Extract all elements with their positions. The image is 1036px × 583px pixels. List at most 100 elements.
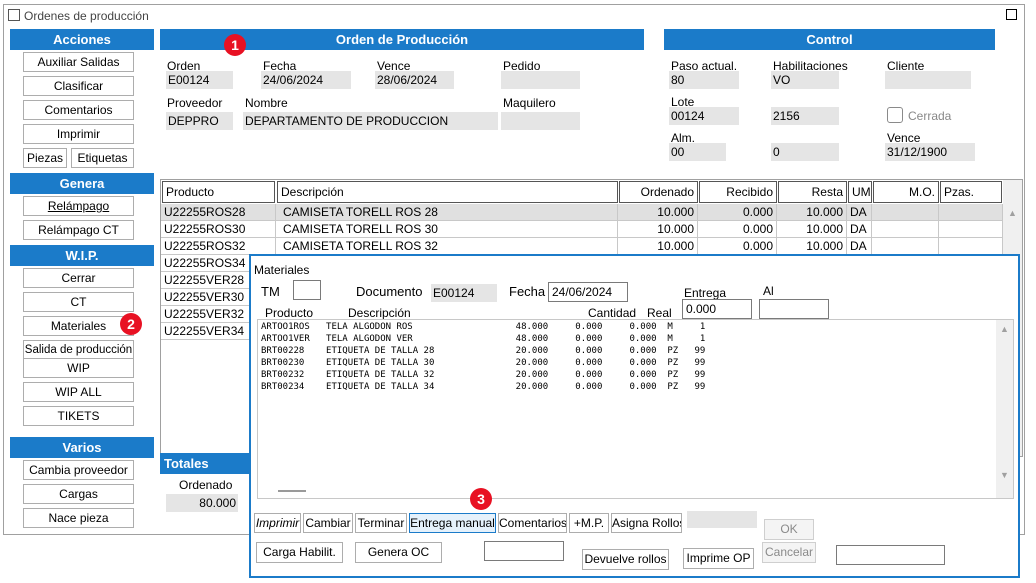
mat-ok-button[interactable]: OK bbox=[764, 519, 814, 540]
control-header: Control bbox=[664, 29, 995, 50]
cell-ordenado: 10.000 bbox=[618, 204, 698, 221]
cerrada-checkbox[interactable] bbox=[887, 107, 903, 123]
maximize-button[interactable] bbox=[1006, 9, 1017, 20]
cerrar-button[interactable]: Cerrar bbox=[23, 268, 134, 288]
cell-recibido: 0.000 bbox=[698, 238, 777, 255]
proveedor-field[interactable]: DEPPRO bbox=[166, 112, 233, 130]
documento-label: Documento bbox=[356, 284, 423, 299]
auxiliar-salidas-button[interactable]: Auxiliar Salidas bbox=[23, 52, 134, 72]
cell-ordenado: 10.000 bbox=[618, 221, 698, 238]
list-item[interactable]: BRT00234 ETIQUETA DE TALLA 34 20.000 0.0… bbox=[261, 381, 705, 393]
mat-mp-button[interactable]: +M.P. bbox=[569, 513, 609, 533]
list-item[interactable]: ARTOO1VER TELA ALGODON VER 48.000 0.000 … bbox=[261, 333, 705, 345]
totales-ordenado-field: 80.000 bbox=[166, 494, 238, 512]
col-header-resta[interactable]: Resta bbox=[778, 181, 847, 203]
control-vence-field[interactable]: 31/12/1900 bbox=[885, 143, 975, 161]
mat-comentarios-button[interactable]: Comentarios bbox=[498, 513, 567, 533]
maquilero-field[interactable] bbox=[501, 112, 580, 130]
habilitaciones-field[interactable]: VO bbox=[771, 71, 839, 89]
relampago-ct-button[interactable]: Relámpago CT bbox=[23, 220, 134, 240]
table-row[interactable]: U22255ROS28 CAMISETA TORELL ROS 28 10.000 0… bbox=[161, 204, 1003, 221]
mat-cambiar-button[interactable]: Cambiar bbox=[303, 513, 353, 533]
list-item[interactable]: BRT00232 ETIQUETA DE TALLA 32 20.000 0.0… bbox=[261, 369, 705, 381]
mat-terminar-button[interactable]: Terminar bbox=[355, 513, 407, 533]
mat-asigna-rollos-button[interactable]: Asigna Rollos bbox=[611, 513, 682, 533]
ct-button[interactable]: CT bbox=[23, 292, 134, 312]
materiales-title: Materiales bbox=[254, 263, 310, 277]
entrega-field[interactable]: 0.000 bbox=[682, 299, 752, 319]
piezas-button[interactable]: Piezas bbox=[23, 148, 67, 168]
tm-field[interactable] bbox=[293, 280, 321, 300]
mat-col-producto: Producto bbox=[265, 306, 314, 320]
paso-actual-field[interactable]: 80 bbox=[669, 71, 739, 89]
mat-bottom-field[interactable] bbox=[836, 545, 945, 565]
pedido-field[interactable] bbox=[501, 71, 580, 89]
mat-horizontal-scroll-thumb[interactable] bbox=[278, 490, 306, 492]
salida-produccion-button[interactable]: Salida de producción bbox=[23, 340, 134, 360]
alm-field[interactable]: 00 bbox=[669, 143, 726, 161]
lote-field[interactable]: 00124 bbox=[669, 107, 739, 125]
materiales-list[interactable]: ARTOO1ROS TELA ALGODON ROS 48.000 0.000 … bbox=[257, 319, 1014, 499]
cliente-field[interactable] bbox=[885, 71, 971, 89]
mat-cancelar-button[interactable]: Cancelar bbox=[762, 542, 816, 563]
documento-field[interactable]: E00124 bbox=[431, 284, 497, 302]
cell-um: DA bbox=[847, 238, 872, 255]
col-header-ordenado[interactable]: Ordenado bbox=[619, 181, 698, 203]
cell-resta: 10.000 bbox=[777, 221, 847, 238]
mat-imprime-op-button[interactable]: Imprime OP bbox=[683, 548, 754, 569]
col-header-producto[interactable]: Producto bbox=[162, 181, 275, 203]
annotation-badge-1: 1 bbox=[224, 34, 246, 56]
window-icon bbox=[8, 9, 20, 21]
cargas-button[interactable]: Cargas bbox=[23, 484, 134, 504]
wip-button[interactable]: WIP bbox=[23, 358, 134, 378]
list-item[interactable]: BRT00230 ETIQUETA DE TALLA 30 20.000 0.0… bbox=[261, 357, 705, 369]
fecha-field[interactable]: 24/06/2024 bbox=[261, 71, 351, 89]
list-item[interactable]: BRT00228 ETIQUETA DE TALLA 28 20.000 0.0… bbox=[261, 345, 705, 357]
acciones-header: Acciones bbox=[10, 29, 154, 50]
imprimir-button[interactable]: Imprimir bbox=[23, 124, 134, 144]
cell-descripcion: CAMISETA TORELL ROS 32 bbox=[276, 238, 618, 255]
relampago-button[interactable]: Relámpago bbox=[23, 196, 134, 216]
comentarios-button[interactable]: Comentarios bbox=[23, 100, 134, 120]
list-item[interactable]: ARTOO1ROS TELA ALGODON ROS 48.000 0.000 … bbox=[261, 321, 705, 333]
mat-fecha-field[interactable]: 24/06/2024 bbox=[548, 282, 628, 302]
table-row[interactable]: U22255ROS30 CAMISETA TORELL ROS 30 10.000 0… bbox=[161, 221, 1003, 238]
mat-imprimir-button[interactable]: Imprimir bbox=[254, 513, 301, 533]
materiales-button[interactable]: Materiales bbox=[23, 316, 134, 336]
mat-extra-field[interactable] bbox=[484, 541, 564, 561]
tikets-button[interactable]: TIKETS bbox=[23, 406, 134, 426]
cell-producto: U22255ROS28 bbox=[161, 204, 276, 221]
cell-pzas bbox=[939, 204, 1003, 221]
al-field[interactable] bbox=[759, 299, 829, 319]
nombre-field[interactable]: DEPARTAMENTO DE PRODUCCION bbox=[243, 112, 498, 130]
table-row[interactable]: U22255ROS32 CAMISETA TORELL ROS 32 10.000 0… bbox=[161, 238, 1003, 255]
vence-field[interactable]: 28/06/2024 bbox=[375, 71, 454, 89]
cell-mo bbox=[872, 238, 939, 255]
mat-scroll-up-icon[interactable]: ▲ bbox=[1000, 324, 1009, 334]
mat-genera-oc-button[interactable]: Genera OC bbox=[355, 542, 442, 563]
etiquetas-button[interactable]: Etiquetas bbox=[71, 148, 134, 168]
alm-field-2[interactable]: 0 bbox=[771, 143, 839, 161]
wip-all-button[interactable]: WIP ALL bbox=[23, 382, 134, 402]
nace-pieza-button[interactable]: Nace pieza bbox=[23, 508, 134, 528]
scroll-up-arrow-icon[interactable]: ▲ bbox=[1008, 208, 1017, 218]
col-header-um[interactable]: UM bbox=[848, 181, 872, 203]
cell-ordenado: 10.000 bbox=[618, 238, 698, 255]
annotation-badge-2: 2 bbox=[120, 313, 142, 335]
lote-field-2[interactable]: 2156 bbox=[771, 107, 839, 125]
clasificar-button[interactable]: Clasificar bbox=[23, 76, 134, 96]
mat-col-real: Real bbox=[647, 306, 672, 320]
col-header-recibido[interactable]: Recibido bbox=[699, 181, 777, 203]
col-header-pzas[interactable]: Pzas. bbox=[940, 181, 1002, 203]
col-header-descripcion[interactable]: Descripción bbox=[277, 181, 618, 203]
mat-carga-habilit-button[interactable]: Carga Habilit. bbox=[256, 542, 343, 563]
col-header-mo[interactable]: M.O. bbox=[873, 181, 939, 203]
mat-devuelve-rollos-button[interactable]: Devuelve rollos bbox=[582, 549, 669, 570]
mat-scroll-down-icon[interactable]: ▼ bbox=[1000, 470, 1009, 480]
cell-um: DA bbox=[847, 221, 872, 238]
cambia-proveedor-button[interactable]: Cambia proveedor bbox=[23, 460, 134, 480]
mat-col-cantidad: Cantidad bbox=[588, 306, 637, 320]
orden-field[interactable]: E00124 bbox=[166, 71, 233, 89]
mat-col-descripcion: Descripción bbox=[348, 306, 411, 320]
mat-entrega-manual-button[interactable]: Entrega manual bbox=[409, 513, 496, 533]
